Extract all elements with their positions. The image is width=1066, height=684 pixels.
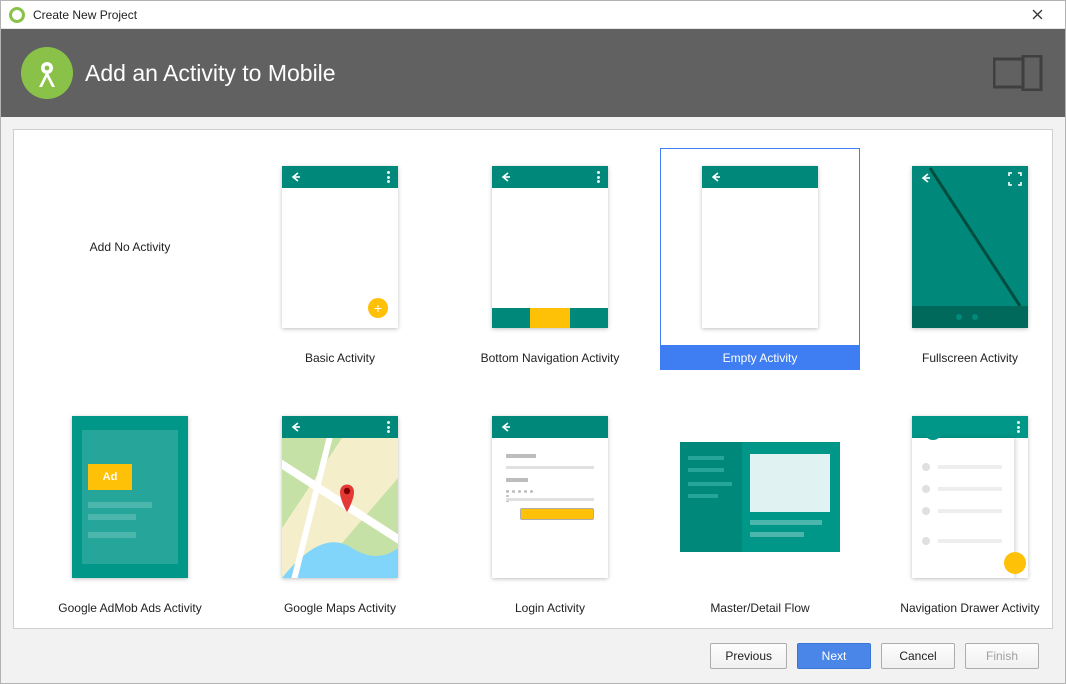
ad-badge: Ad — [88, 464, 132, 490]
template-gallery[interactable]: Add No Activity + — [13, 129, 1053, 629]
avatar-icon — [924, 422, 942, 440]
template-grid: Add No Activity + — [30, 148, 1036, 620]
fullscreen-thumb — [912, 166, 1028, 328]
template-label: Empty Activity — [660, 346, 860, 370]
back-arrow-icon — [500, 421, 512, 433]
template-label: Master/Detail Flow — [660, 596, 860, 620]
next-button[interactable]: Next — [797, 643, 871, 669]
template-label: Google Maps Activity — [240, 596, 440, 620]
admob-thumb: Ad — [72, 416, 188, 578]
overflow-icon — [387, 171, 390, 183]
cancel-button[interactable]: Cancel — [881, 643, 955, 669]
login-button-graphic — [520, 508, 594, 520]
template-label: Login Activity — [450, 596, 650, 620]
close-button[interactable] — [1017, 1, 1057, 29]
template-label: Navigation Drawer Activity — [870, 596, 1053, 620]
template-empty-activity[interactable]: Empty Activity — [660, 148, 860, 370]
login-thumb — [492, 416, 608, 578]
overflow-icon — [1017, 421, 1020, 433]
content-wrap: Add No Activity + — [1, 117, 1065, 683]
previous-button[interactable]: Previous — [710, 643, 787, 669]
template-bottom-navigation[interactable]: Bottom Navigation Activity — [450, 148, 650, 370]
empty-activity-thumb — [702, 166, 818, 328]
finish-button[interactable]: Finish — [965, 643, 1039, 669]
basic-activity-thumb: + — [282, 166, 398, 328]
template-label: Fullscreen Activity — [870, 346, 1053, 370]
template-login-activity[interactable]: Login Activity — [450, 398, 650, 620]
template-label: Basic Activity — [240, 346, 440, 370]
overflow-icon — [597, 171, 600, 183]
title-bar: Create New Project — [1, 1, 1065, 29]
header-banner: Add an Activity to Mobile — [1, 29, 1065, 117]
template-admob-activity[interactable]: Ad Google AdMob Ads Activity — [30, 398, 230, 620]
template-basic-activity[interactable]: + Basic Activity — [240, 148, 440, 370]
master-detail-thumb — [680, 442, 840, 552]
bottom-nav-thumb — [492, 166, 608, 328]
template-label: Google AdMob Ads Activity — [30, 596, 230, 620]
back-arrow-icon — [500, 171, 512, 183]
template-fullscreen-activity[interactable]: Fullscreen Activity — [870, 148, 1053, 370]
wizard-footer: Previous Next Cancel Finish — [13, 629, 1053, 683]
template-maps-activity[interactable]: Google Maps Activity — [240, 398, 440, 620]
fab-icon — [1004, 552, 1026, 574]
overflow-icon — [387, 421, 390, 433]
android-studio-logo-icon — [21, 47, 73, 99]
window-title: Create New Project — [33, 8, 137, 22]
page-heading: Add an Activity to Mobile — [85, 60, 336, 87]
close-icon — [1032, 9, 1043, 20]
diagonal-line — [912, 166, 1028, 328]
dialog-window: Create New Project Add an Activity to Mo… — [0, 0, 1066, 684]
back-arrow-icon — [290, 171, 302, 183]
map-graphic — [282, 438, 398, 578]
template-no-activity[interactable]: Add No Activity — [30, 148, 230, 370]
form-factor-icon — [993, 55, 1045, 91]
template-master-detail[interactable]: Master/Detail Flow — [660, 398, 860, 620]
android-studio-icon — [9, 7, 25, 23]
back-arrow-icon — [710, 171, 722, 183]
template-navigation-drawer[interactable]: Navigation Drawer Activity — [870, 398, 1053, 620]
fab-icon: + — [368, 298, 388, 318]
maps-thumb — [282, 416, 398, 578]
nav-drawer-thumb — [912, 416, 1028, 578]
template-label: Bottom Navigation Activity — [450, 346, 650, 370]
back-arrow-icon — [290, 421, 302, 433]
no-activity-label: Add No Activity — [90, 240, 171, 254]
